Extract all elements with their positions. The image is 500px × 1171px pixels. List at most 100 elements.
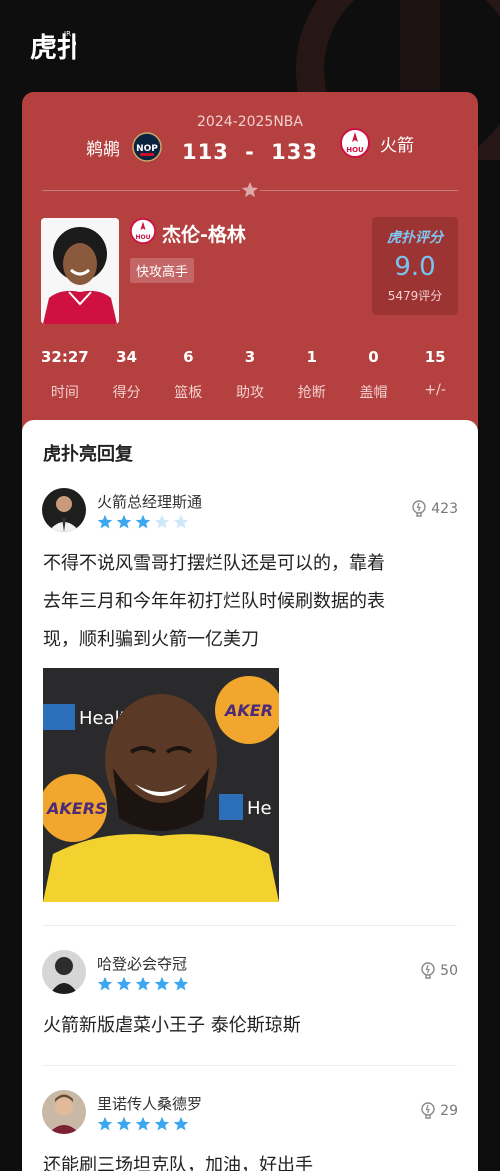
svg-text:HOU: HOU <box>135 234 150 241</box>
rockets-logo-icon: HOU <box>130 218 156 244</box>
username[interactable]: 哈登必会夺冠 <box>97 953 187 974</box>
star-filled-icon <box>116 514 132 529</box>
star-filled-icon <box>97 1116 113 1131</box>
svg-text:HOU: HOU <box>346 146 364 154</box>
star-filled-icon <box>135 514 151 529</box>
avatar[interactable] <box>42 1090 86 1134</box>
divider-right <box>260 190 458 191</box>
stat-label: 得分 <box>112 385 141 401</box>
highlight-replies-panel: 虎扑亮回复 火箭总经理斯通 423 不得不说风雪哥打摆烂队还是可以的，靠着 去年… <box>22 420 478 1171</box>
stat-label: 盖帽 <box>359 385 388 401</box>
star-filled-icon <box>116 976 132 991</box>
reply-separator <box>43 925 457 926</box>
backdrop-text: AKERS <box>45 799 107 818</box>
hupu-rating-box[interactable]: 虎扑评分 9.0 5479评分 <box>372 217 458 315</box>
lightbulb-icon <box>421 962 435 979</box>
rating-count: 5479评分 <box>387 289 443 303</box>
user-avatar-icon <box>42 1090 86 1134</box>
score-separator: - <box>245 140 255 164</box>
player-portrait-icon <box>41 218 119 324</box>
star-filled-icon <box>97 976 113 991</box>
lightbulb-icon <box>421 1102 435 1119</box>
home-score: 113 <box>181 140 229 164</box>
reply-text-line: 现，顺利骗到火箭一亿美刀 <box>43 629 259 650</box>
stat-label: 篮板 <box>174 385 203 401</box>
stat-rebounds: 6 篮板 <box>157 348 219 402</box>
away-team-name: 火箭 <box>380 135 414 156</box>
reply-text: 还能刷三场坦克队，加油，好出手 <box>43 1147 457 1171</box>
player-stats-row: 32:27 时间 34 得分 6 篮板 3 助攻 1 抢断 0 盖帽 15 +/… <box>34 348 466 402</box>
star-filled-icon <box>97 514 113 529</box>
stat-minutes: 32:27 时间 <box>34 348 96 402</box>
light-count[interactable]: 423 <box>411 500 458 518</box>
star-rating <box>97 514 189 530</box>
star-empty-icon <box>154 514 170 529</box>
rockets-logo-icon: HOU <box>340 128 370 158</box>
stat-points: 34 得分 <box>96 348 158 402</box>
reply-separator <box>43 1065 457 1066</box>
avatar[interactable] <box>42 950 86 994</box>
svg-text:JR: JR <box>63 30 71 38</box>
username[interactable]: 火箭总经理斯通 <box>97 491 202 512</box>
stat-label: 时间 <box>50 385 79 401</box>
reply-text: 不得不说风雪哥打摆烂队还是可以的，靠着 去年三月和今年年初打烂队时候刷数据的表 … <box>43 545 457 659</box>
stat-value: 3 <box>244 348 256 366</box>
star-divider-icon <box>241 181 259 198</box>
backdrop-text: He <box>247 798 272 819</box>
reply-text-line: 去年三月和今年年初打烂队时候刷数据的表 <box>43 591 385 612</box>
username[interactable]: 里诺传人桑德罗 <box>97 1093 202 1114</box>
stat-blocks: 0 盖帽 <box>343 348 405 402</box>
hupu-logo[interactable]: 虎扑 JR <box>30 26 76 66</box>
player-photo[interactable] <box>41 218 119 324</box>
reply-text-line: 不得不说风雪哥打摆烂队还是可以的，靠着 <box>43 553 385 574</box>
light-count-value: 29 <box>440 1103 458 1119</box>
star-filled-icon <box>135 976 151 991</box>
stat-value: 32:27 <box>40 348 89 366</box>
star-empty-icon <box>173 514 189 529</box>
stat-value: 1 <box>306 348 317 366</box>
user-avatar-icon <box>42 488 86 532</box>
stat-value: 6 <box>183 348 194 366</box>
section-title: 虎扑亮回复 <box>43 444 133 465</box>
star-filled-icon <box>135 1116 151 1131</box>
stat-label: 助攻 <box>236 385 265 401</box>
star-rating <box>97 1116 189 1132</box>
laughing-player-photo: Healt AKER AKERS He <box>43 668 279 902</box>
pelicans-logo-icon: NOP <box>132 132 162 162</box>
away-team[interactable]: HOU 火箭 <box>340 128 414 158</box>
reply-text-line: 还能刷三场坦克队，加油，好出手 <box>43 1155 313 1171</box>
away-score: 133 <box>271 140 319 164</box>
stat-label: 抢断 <box>297 385 326 401</box>
light-count[interactable]: 29 <box>420 1102 458 1120</box>
star-filled-icon <box>154 1116 170 1131</box>
reply-image[interactable]: Healt AKER AKERS He <box>43 668 279 902</box>
star-filled-icon <box>173 976 189 991</box>
stat-value: 34 <box>116 348 138 366</box>
light-count-value: 423 <box>431 501 458 517</box>
reply-text-line: 火箭新版虐菜小王子 泰伦斯琼斯 <box>43 1015 301 1036</box>
avatar[interactable] <box>42 488 86 532</box>
user-avatar-icon <box>42 950 86 994</box>
stat-value: 15 <box>424 348 446 366</box>
divider-left <box>42 190 240 191</box>
svg-text:NOP: NOP <box>136 144 158 154</box>
rating-title: 虎扑评分 <box>387 230 443 246</box>
home-team-name: 鹈鹕 <box>86 139 120 160</box>
home-team[interactable]: 鹈鹕 NOP <box>86 132 162 162</box>
player-tag-badge: 快攻高手 <box>130 258 195 283</box>
light-count-value: 50 <box>440 963 458 979</box>
reply-text: 火箭新版虐菜小王子 泰伦斯琼斯 <box>43 1007 457 1045</box>
rating-score: 9.0 <box>394 252 436 282</box>
stat-assists: 3 助攻 <box>219 348 281 402</box>
star-filled-icon <box>173 1116 189 1131</box>
star-filled-icon <box>154 976 170 991</box>
star-rating <box>97 976 189 992</box>
light-count[interactable]: 50 <box>420 962 458 980</box>
lightbulb-icon <box>412 500 426 517</box>
player-name[interactable]: 杰伦-格林 <box>162 220 246 247</box>
backdrop-text: AKER <box>223 701 273 720</box>
stat-steals: 1 抢断 <box>281 348 343 402</box>
stat-label: +/- <box>424 382 446 398</box>
stat-value: 0 <box>368 348 379 366</box>
star-filled-icon <box>116 1116 132 1131</box>
